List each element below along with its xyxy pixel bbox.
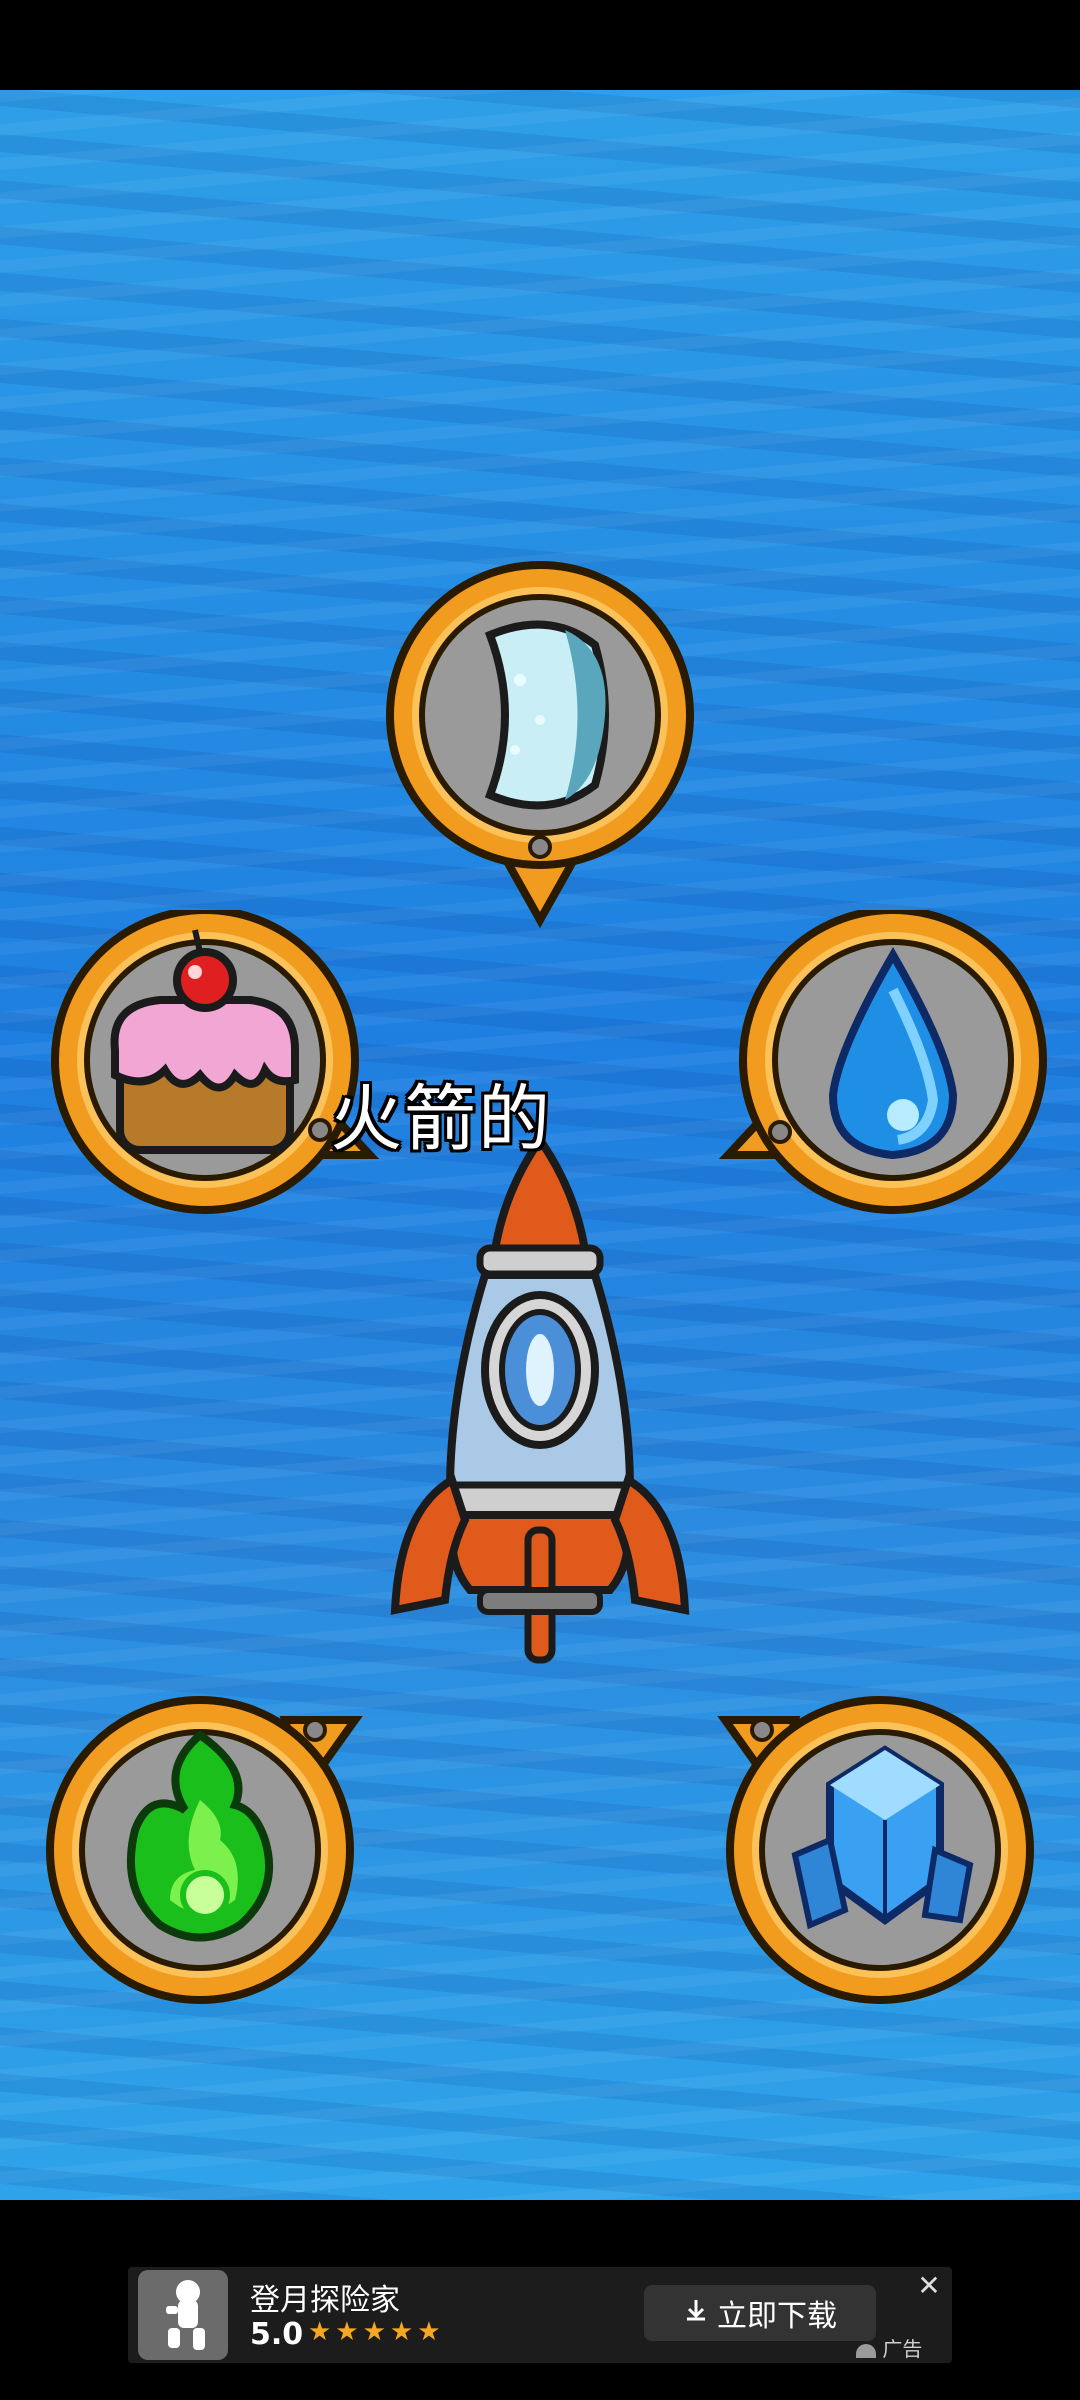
bean-icon — [484, 620, 609, 810]
ingredient-bubble-bean[interactable] — [380, 550, 700, 929]
game-area[interactable]: 火箭的 — [0, 90, 1080, 2200]
ad-tag: 广告 — [856, 2333, 922, 2362]
ad-app-name[interactable]: 登月探险家 — [250, 2275, 400, 2319]
close-icon[interactable]: ✕ — [914, 2271, 944, 2301]
astronaut-app-icon[interactable] — [138, 2270, 228, 2360]
ingredient-bubble-green-flame[interactable] — [40, 1680, 363, 2004]
ingredient-bubble-water[interactable] — [718, 910, 1047, 1230]
ad-download-label: 立即下载 — [717, 2299, 837, 2334]
ingredient-bubble-cake[interactable] — [50, 910, 380, 1230]
ingredient-bubble-ice-crystal[interactable] — [710, 1680, 1034, 2004]
rocket[interactable] — [380, 1130, 700, 1670]
ad-tag-label: 广告 — [882, 2337, 923, 2361]
game-screen: 火箭的 登月探险家 5.0 ★★★★★ 立即下载 ✕ 广告 — [0, 0, 1080, 2400]
ad-download-button[interactable]: 立即下载 — [644, 2285, 876, 2341]
ad-banner[interactable]: 登月探险家 5.0 ★★★★★ 立即下载 ✕ 广告 — [128, 2267, 952, 2363]
status-bar — [0, 0, 1080, 90]
ad-rating-stars: ★★★★★ — [308, 2317, 445, 2347]
rocket-title-text: 火箭的 — [330, 1077, 553, 1161]
signal-icon — [856, 2343, 876, 2358]
ad-rating-value: 5.0 — [250, 2317, 304, 2352]
download-icon — [683, 2296, 709, 2331]
